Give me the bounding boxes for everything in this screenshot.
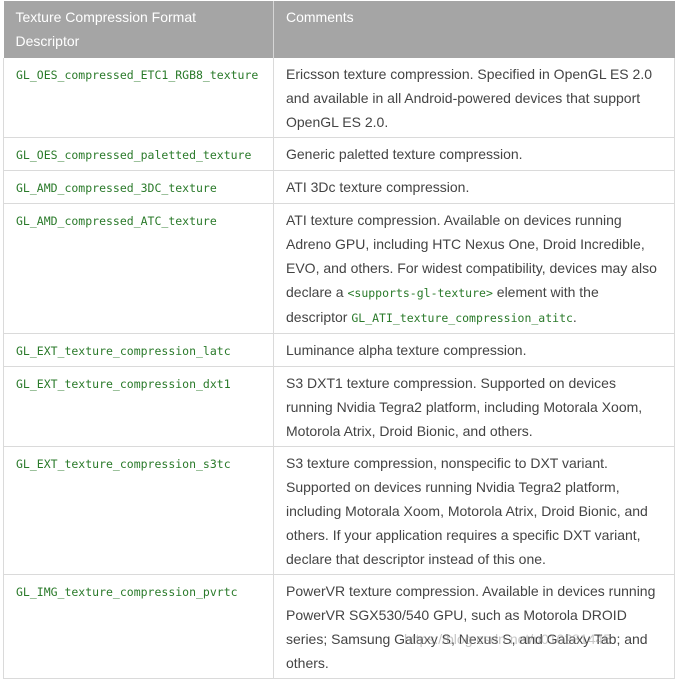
- comment-cell: Ericsson texture compression. Specified …: [273, 58, 675, 138]
- format-cell: GL_EXT_texture_compression_latc: [3, 333, 274, 367]
- comment-cell: Luminance alpha texture compression.: [273, 333, 675, 367]
- format-cell: GL_OES_compressed_ETC1_RGB8_texture: [3, 58, 274, 138]
- header-format-descriptor: Texture Compression Format Descriptor: [3, 1, 274, 58]
- table-row: GL_IMG_texture_compression_pvrtc PowerVR…: [3, 574, 675, 679]
- header-comments: Comments: [273, 1, 675, 58]
- table-row: GL_AMD_compressed_ATC_texture ATI textur…: [3, 203, 675, 334]
- table-row: GL_OES_compressed_paletted_texture Gener…: [3, 137, 675, 171]
- table-row: GL_EXT_texture_compression_latc Luminanc…: [3, 333, 675, 367]
- table-row: GL_EXT_texture_compression_s3tc S3 textu…: [3, 446, 675, 575]
- comment-cell: ATI texture compression. Available on de…: [273, 203, 675, 334]
- format-cell: GL_AMD_compressed_ATC_texture: [3, 203, 274, 334]
- texture-compression-table: Texture Compression Format Descriptor Co…: [3, 1, 675, 679]
- comment-cell: ATI 3Dc texture compression.: [273, 170, 675, 204]
- comment-cell: Generic paletted texture compression.: [273, 137, 675, 171]
- comment-cell: S3 texture compression, nonspecific to D…: [273, 446, 675, 575]
- comment-text: .: [572, 309, 577, 325]
- format-cell: GL_AMD_compressed_3DC_texture: [3, 170, 274, 204]
- table-row: GL_EXT_texture_compression_dxt1 S3 DXT1 …: [3, 366, 675, 447]
- format-cell: GL_EXT_texture_compression_dxt1: [3, 366, 274, 447]
- comment-cell: S3 DXT1 texture compression. Supported o…: [273, 366, 675, 447]
- supports-gl-texture-code: <supports-gl-texture>: [347, 286, 493, 300]
- format-cell: GL_OES_compressed_paletted_texture: [3, 137, 274, 171]
- table-row: GL_OES_compressed_ETC1_RGB8_texture Eric…: [3, 58, 675, 138]
- comment-cell: PowerVR texture compression. Available i…: [273, 574, 675, 679]
- format-cell: GL_IMG_texture_compression_pvrtc: [3, 574, 274, 679]
- format-cell: GL_EXT_texture_compression_s3tc: [3, 446, 274, 575]
- atitc-descriptor-code: GL_ATI_texture_compression_atitc: [351, 311, 573, 325]
- table-row: GL_AMD_compressed_3DC_texture ATI 3Dc te…: [3, 170, 675, 204]
- table-header-row: Texture Compression Format Descriptor Co…: [3, 1, 675, 58]
